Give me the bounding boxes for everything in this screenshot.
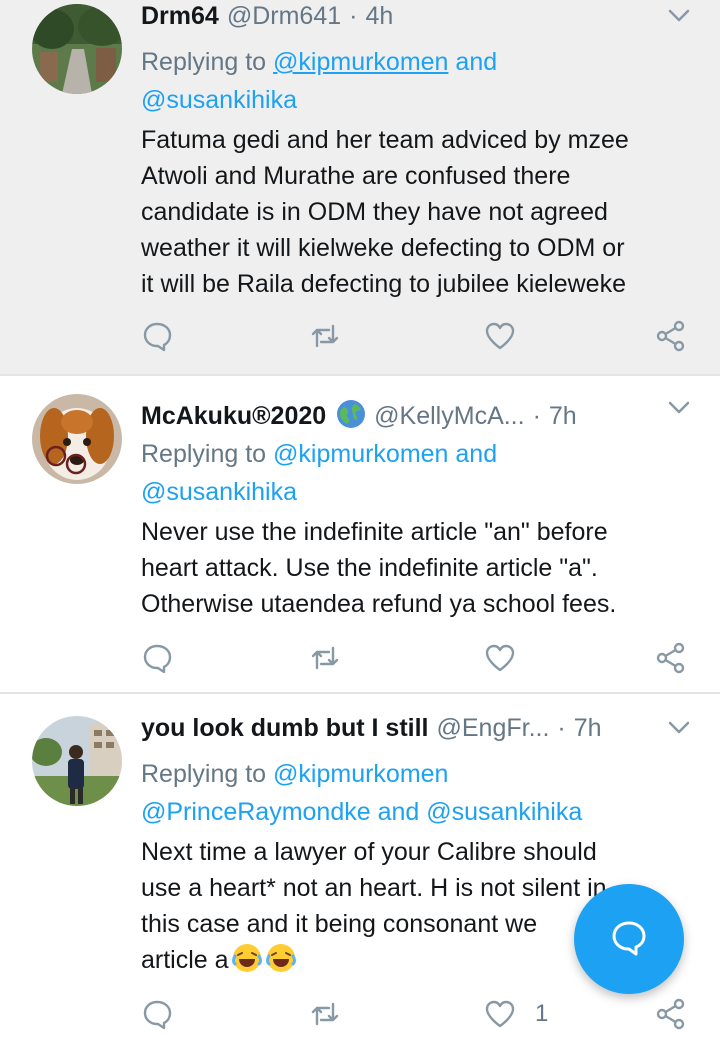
- avatar[interactable]: [32, 394, 122, 484]
- tweet-actions: [141, 642, 701, 682]
- mention-link[interactable]: @susankihika: [141, 478, 297, 506]
- timestamp[interactable]: 7h: [574, 714, 602, 743]
- text-line: Otherwise utaendea refund ya school fees…: [141, 590, 617, 618]
- display-name[interactable]: McAkuku®2020: [141, 402, 326, 431]
- chevron-down-icon[interactable]: [666, 714, 692, 740]
- replying-to: Replying to @kipmurkomen @PrinceRaymondk…: [141, 755, 701, 831]
- text-line: Never use the indefinite article "an" be…: [141, 518, 608, 546]
- avatar[interactable]: [32, 716, 122, 806]
- display-name[interactable]: you look dumb but I still: [141, 714, 429, 743]
- tweet-2[interactable]: McAkuku®2020 @KellyMcA... · 7h Replying …: [0, 376, 720, 692]
- reply-icon[interactable]: [141, 320, 177, 356]
- mention-link[interactable]: @susankihika: [141, 86, 297, 114]
- laughing-emoji-icon: [231, 942, 263, 974]
- display-name[interactable]: Drm64: [141, 2, 219, 31]
- globe-emoji-icon: [336, 399, 366, 429]
- text-line: Fatuma gedi and her team adviced by mzee: [141, 126, 629, 154]
- text-line: Atwoli and Murathe are confused there: [141, 162, 571, 190]
- chevron-down-icon[interactable]: [666, 394, 692, 420]
- retweet-icon[interactable]: [309, 642, 345, 678]
- timestamp[interactable]: 4h: [365, 2, 393, 31]
- share-icon[interactable]: [655, 642, 691, 678]
- text-line: weather it will kielweke defecting to OD…: [141, 234, 625, 262]
- mention-link[interactable]: @kipmurkomen: [273, 760, 448, 788]
- like-count: 1: [535, 1000, 549, 1027]
- compose-reply-button[interactable]: [574, 884, 684, 994]
- text-line: candidate is in ODM they have not agreed: [141, 198, 608, 226]
- text-line: it will be Raila defecting to jubilee ki…: [141, 270, 626, 298]
- mention-link[interactable]: @kipmurkomen: [273, 48, 448, 76]
- chevron-down-icon[interactable]: [666, 2, 692, 28]
- separator-dot: ·: [532, 402, 541, 430]
- text-line: heart attack. Use the indefinite article…: [141, 554, 598, 582]
- timestamp[interactable]: 7h: [549, 402, 577, 431]
- mention-link[interactable]: @kipmurkomen and: [273, 440, 497, 468]
- tweet-1[interactable]: Drm64 @Drm641 · 4h Replying to @kipmurko…: [0, 0, 720, 374]
- text-line-content: article a: [141, 946, 229, 974]
- replying-to-label: Replying to: [141, 760, 274, 788]
- like-icon[interactable]: [484, 320, 520, 356]
- tweet-header: McAkuku®2020 @KellyMcA... · 7h: [141, 394, 692, 431]
- retweet-icon[interactable]: [309, 320, 345, 356]
- replying-to-label: Replying to: [141, 440, 274, 468]
- like-icon[interactable]: [484, 642, 520, 678]
- user-handle[interactable]: @EngFr...: [437, 714, 550, 743]
- replying-to: Replying to @kipmurkomen and @susankihik…: [141, 435, 701, 511]
- tweet-header: Drm64 @Drm641 · 4h: [141, 2, 692, 36]
- user-handle[interactable]: @Drm641: [227, 2, 341, 31]
- separator-dot: ·: [349, 2, 358, 30]
- replying-to: Replying to @kipmurkomen and @susankihik…: [141, 43, 701, 119]
- reply-icon[interactable]: [141, 642, 177, 678]
- user-handle[interactable]: @KellyMcA...: [374, 402, 524, 431]
- separator-dot: ·: [557, 714, 566, 742]
- replying-to-label: Replying to: [141, 48, 274, 76]
- reply-and: and: [448, 48, 498, 76]
- tweet-text: Never use the indefinite article "an" be…: [141, 514, 701, 622]
- tweet-header: you look dumb but I still @EngFr... · 7h: [141, 714, 692, 748]
- tweet-text: Fatuma gedi and her team adviced by mzee…: [141, 122, 701, 302]
- tweet-actions: 1: [141, 998, 701, 1038]
- text-line: Next time a lawyer of your Calibre shoul…: [141, 838, 597, 866]
- compose-reply-icon: [609, 917, 649, 962]
- avatar[interactable]: [32, 4, 122, 94]
- laughing-emoji-icon: [265, 942, 297, 974]
- share-icon[interactable]: [655, 320, 691, 356]
- tweet-actions: [141, 320, 701, 360]
- mention-link[interactable]: @PrinceRaymondke and @susankihika: [141, 798, 582, 826]
